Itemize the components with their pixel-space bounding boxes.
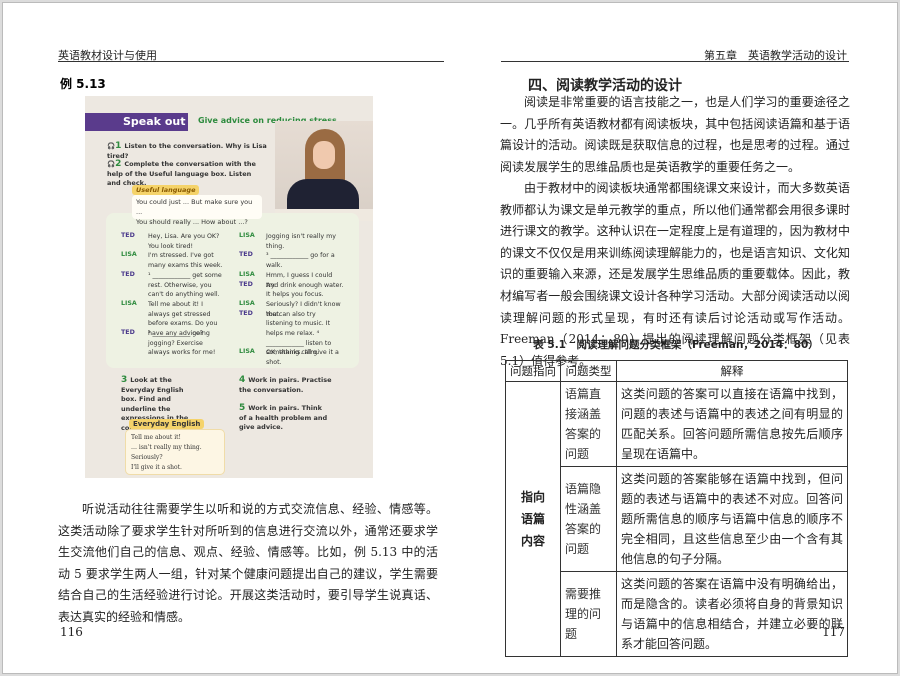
table-caption: 表 5.1 阅读理解问题分类框架（Freeman，2014：80） [533, 339, 819, 351]
speaker-name: TED [121, 329, 135, 336]
speaker-name: LISA [239, 348, 255, 356]
header-question-type: 问题类型 [560, 360, 617, 382]
dialogue-text: And drink enough water. It helps you foc… [266, 281, 344, 299]
header-question-focus: 问题指向 [505, 360, 561, 382]
dialogue-text: Jogging isn't really my thing. [266, 233, 336, 250]
dialogue-text: ² ____________ going jogging? Exercise a… [148, 330, 216, 357]
useful-language-box: You could just ... But make sure you ...… [132, 195, 262, 226]
speaker-name: LISA [239, 299, 255, 307]
left-header-rule [58, 61, 444, 62]
example-label: 例 5.13 [60, 77, 106, 91]
speak-out-banner: Speak out [85, 113, 188, 131]
useful-language-label: Useful language [132, 185, 200, 195]
speaker-name: LISA [239, 270, 255, 278]
headphones-icon: 🎧 [107, 160, 116, 168]
speaker-name: TED [239, 309, 253, 317]
explanation-cell: 这类问题的答案可以直接在语篇中找到，问题的表述与语篇中的表述之间有明显的匹配关系… [616, 381, 848, 467]
header-explanation: 解释 [616, 360, 848, 382]
table-row: 指向语篇内容 语篇直接涵盖答案的问题 这类问题的答案可以直接在语篇中找到，问题的… [505, 381, 848, 657]
group-cell: 指向语篇内容 [505, 381, 561, 657]
explanation-cell: 这类问题的答案在语篇中没有明确给出，而是隐含的。读者必须将自身的背景知识与语篇中… [616, 571, 848, 657]
speaker-name: TED [121, 270, 135, 278]
page-number-left: 116 [60, 625, 83, 639]
everyday-english-label: Everyday English [129, 419, 205, 429]
dialogue-text: I'm stressed. I've got many exams this w… [148, 252, 223, 270]
stressed-girl-photo [275, 121, 373, 221]
speaker-name: TED [121, 232, 135, 239]
explanation-cell: 这类问题的答案能够在语篇中找到，但问题的表述与语篇中的表述不对应。回答问题所需信… [616, 466, 848, 572]
speaker-name: TED [239, 280, 253, 288]
task-4: 4 Work in pairs. Practise the conversatio… [239, 375, 332, 394]
question-type-cell: 语篇隐性涵盖答案的问题 [560, 466, 617, 572]
left-body-paragraph: 听说活动往往需要学生以听和说的方式交流信息、经验、情感等。这类活动除了要求学生针… [58, 502, 438, 624]
reading-question-table: 问题指向 问题类型 解释 指向语篇内容 语篇直接涵盖答案的问题 这类问题的答案可… [505, 360, 848, 657]
dialogue-text: ¹ ____________ get some rest. Otherwise,… [148, 271, 222, 299]
task-1: 🎧1 Listen to the conversation. Why is Lis… [107, 141, 267, 160]
speaker-name: LISA [121, 299, 137, 307]
dialogue-text: Hey, Lisa. Are you OK? You look tired! [148, 233, 220, 250]
dialogue-text: OK, thanks. I'll give it a shot. [266, 349, 339, 367]
speaker-name: TED [239, 251, 253, 259]
speaker-name: LISA [121, 251, 137, 259]
dialogue-text: ³ ____________ go for a walk. [266, 252, 335, 270]
right-paragraph-1: 阅读是非常重要的语言技能之一，也是人们学习的重要途径之一。几乎所有英语教材都有阅… [500, 95, 850, 174]
page-number-right: 117 [822, 625, 845, 639]
book-spread: 英语教材设计与使用 第五章 英语教学活动的设计 例 5.13 Speak out… [2, 2, 898, 674]
everyday-english-box: Tell me about it! … isn't really my thin… [125, 429, 225, 475]
right-header-rule [501, 61, 849, 62]
textbook-excerpt: Speak out Give advice on reducing stress… [85, 96, 373, 478]
question-type-cell: 需要推理的问题 [560, 571, 617, 657]
headphones-icon: 🎧 [107, 142, 116, 150]
question-type-cell: 语篇直接涵盖答案的问题 [560, 381, 617, 467]
speaker-name: LISA [239, 232, 255, 239]
task-5: 5 Work in pairs. Think of a health proble… [239, 403, 328, 431]
table-header-row: 问题指向 问题类型 解释 [505, 360, 848, 382]
